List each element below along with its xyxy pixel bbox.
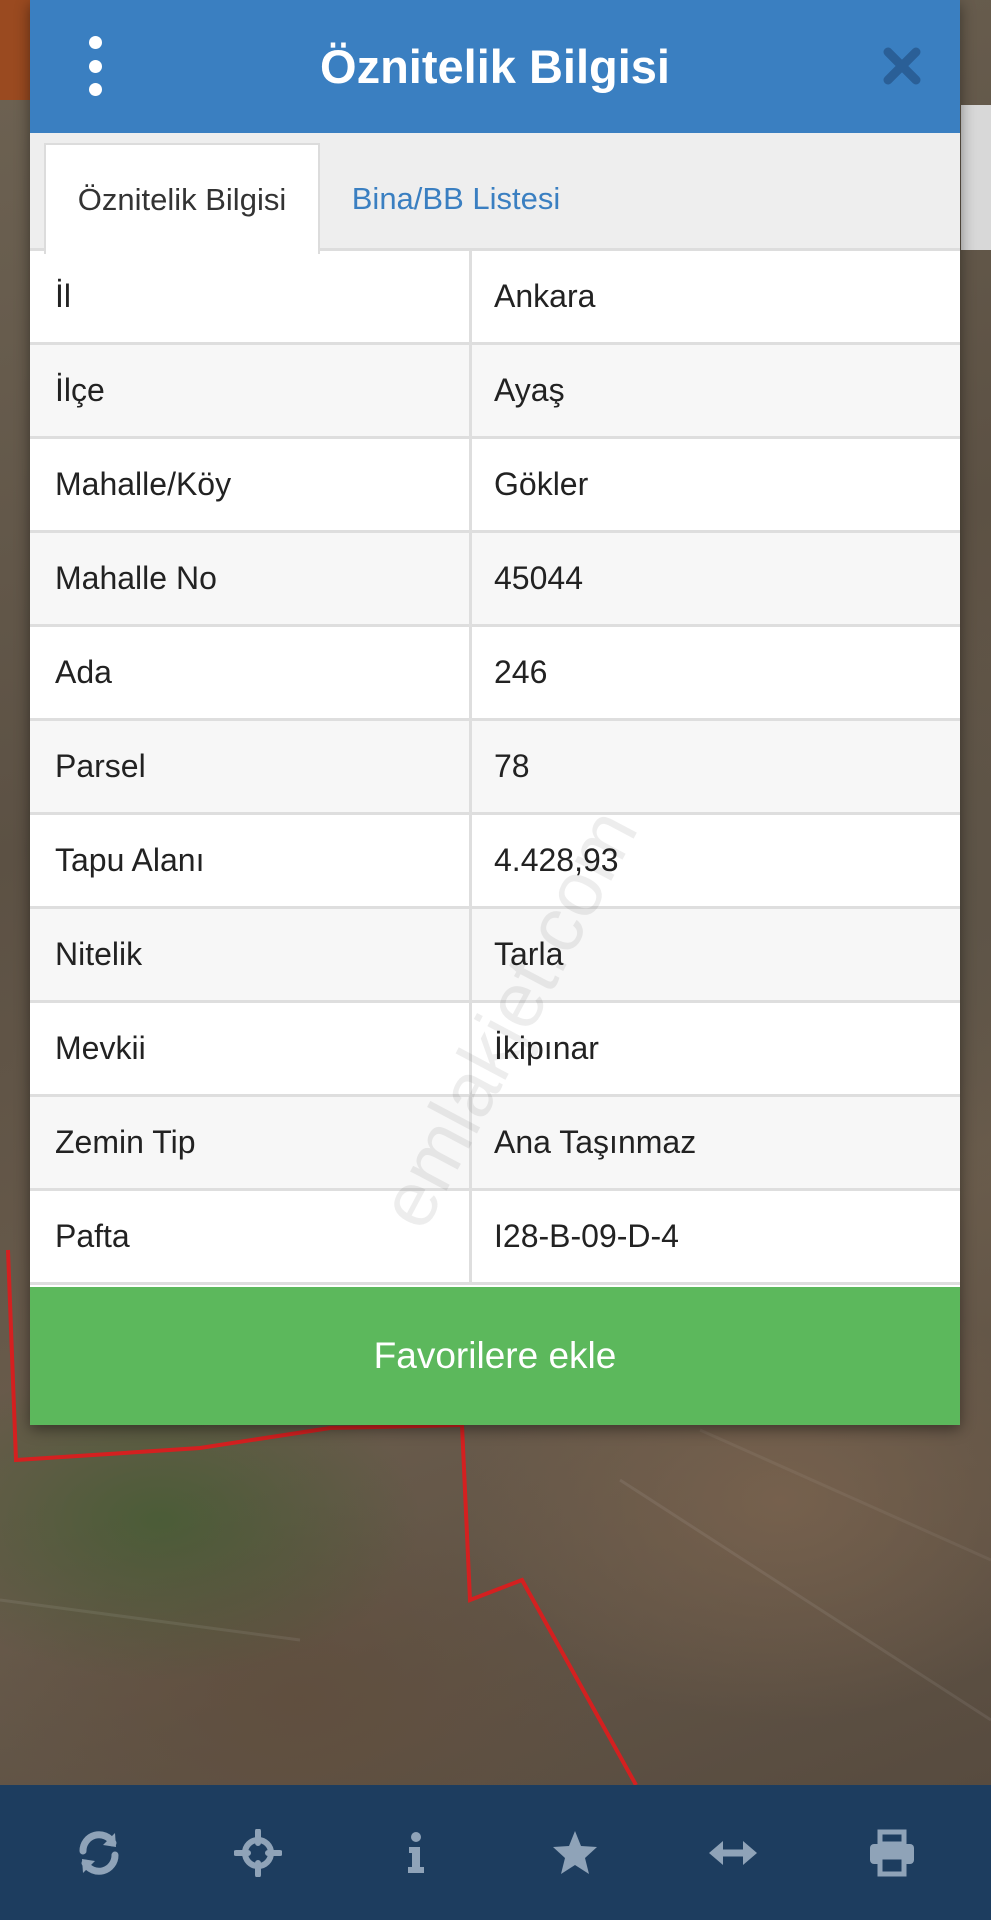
- table-row: Nitelik Tarla: [30, 909, 960, 1003]
- dialog-title: Öznitelik Bilgisi: [320, 40, 670, 93]
- tab-bar: Öznitelik Bilgisi Bina/BB Listesi: [30, 133, 960, 254]
- info-icon[interactable]: [376, 1813, 456, 1893]
- table-row: Mahalle No 45044: [30, 533, 960, 627]
- attribute-value: Ana Taşınmaz: [494, 1124, 697, 1160]
- attribute-label: Zemin Tip: [30, 1097, 472, 1188]
- attribute-label: Parsel: [30, 721, 472, 812]
- attribute-label: Mahalle/Köy: [30, 439, 472, 530]
- attribute-label: Pafta: [30, 1191, 472, 1282]
- attribute-label: Mahalle No: [30, 533, 472, 624]
- attribute-value: 45044: [494, 560, 583, 596]
- table-row: Mahalle/Köy Gökler: [30, 439, 960, 533]
- attribute-value: 78: [494, 748, 530, 784]
- attribute-label: Tapu Alanı: [30, 815, 472, 906]
- tab-building-list[interactable]: Bina/BB Listesi: [326, 143, 586, 254]
- table-row: Zemin Tip Ana Taşınmaz: [30, 1097, 960, 1191]
- field-line: [0, 1598, 301, 1642]
- attribute-value: İkipınar: [494, 1030, 599, 1066]
- attribute-value: I28-B-09-D-4: [494, 1218, 679, 1254]
- table-row: İl Ankara: [30, 251, 960, 345]
- print-icon[interactable]: [852, 1813, 932, 1893]
- table-row: İlçe Ayaş: [30, 345, 960, 439]
- refresh-icon[interactable]: [59, 1813, 139, 1893]
- measure-icon[interactable]: [693, 1813, 773, 1893]
- dialog-header: Öznitelik Bilgisi: [30, 0, 960, 133]
- attribute-label: Ada: [30, 627, 472, 718]
- table-row: Ada 246: [30, 627, 960, 721]
- table-row: Tapu Alanı 4.428,93: [30, 815, 960, 909]
- attribute-value: Ankara: [494, 278, 596, 314]
- attribute-value: Ayaş: [494, 372, 565, 408]
- table-row: Mevkii İkipınar: [30, 1003, 960, 1097]
- attribute-label: İlçe: [30, 345, 472, 436]
- field-line: [699, 1428, 991, 1562]
- star-icon[interactable]: [535, 1813, 615, 1893]
- field-line: [619, 1478, 991, 1722]
- attribute-value: 4.428,93: [494, 842, 619, 878]
- crosshair-icon[interactable]: [218, 1813, 298, 1893]
- attribute-label: İl: [30, 251, 472, 342]
- attribute-value: 246: [494, 654, 548, 690]
- table-row: Pafta I28-B-09-D-4: [30, 1191, 960, 1285]
- attribute-value: Tarla: [494, 936, 564, 972]
- add-to-favorites-button[interactable]: Favorilere ekle: [30, 1287, 960, 1425]
- bottom-toolbar: [0, 1785, 991, 1920]
- attribute-label: Nitelik: [30, 909, 472, 1000]
- attribute-label: Mevkii: [30, 1003, 472, 1094]
- table-row: Parsel 78: [30, 721, 960, 815]
- attribute-info-dialog: Öznitelik Bilgisi Öznitelik Bilgisi Bina…: [30, 0, 960, 1425]
- tab-attribute-info[interactable]: Öznitelik Bilgisi: [44, 143, 320, 254]
- attribute-value: Gökler: [494, 466, 589, 502]
- kebab-menu-icon[interactable]: [80, 36, 110, 96]
- close-icon[interactable]: [874, 38, 930, 94]
- attribute-table: İl Ankara İlçe Ayaş Mahalle/Köy Gökler M…: [30, 251, 960, 1285]
